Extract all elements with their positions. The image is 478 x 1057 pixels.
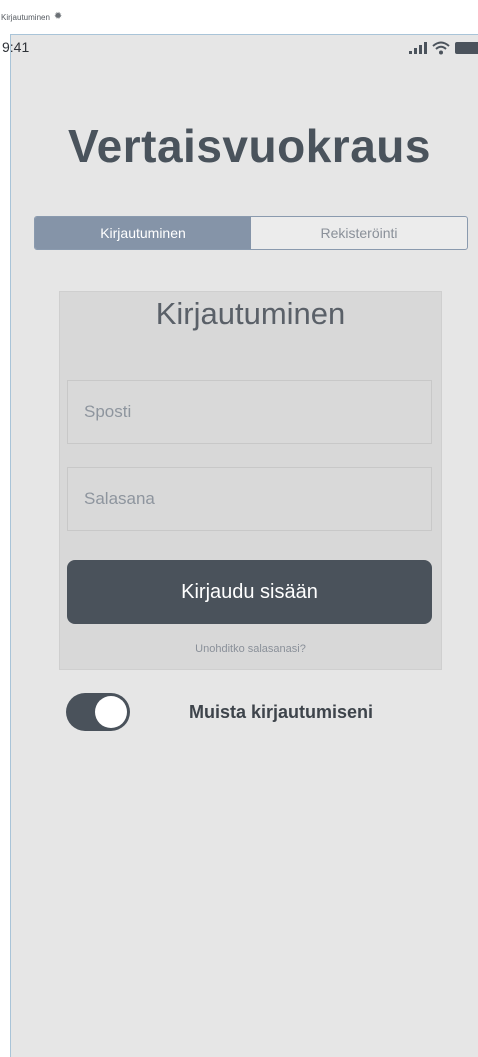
tab-login[interactable]: Kirjautuminen [35,217,251,249]
auth-tabs: Kirjautuminen Rekisteröinti [34,216,468,250]
remember-me-row: Muista kirjautumiseni [66,693,373,731]
app-title: Vertaisvuokraus [68,120,431,172]
login-button[interactable]: Kirjaudu sisään [67,560,432,624]
remember-me-toggle[interactable] [66,693,130,731]
forgot-password-link[interactable]: Unohditko salasanasi? [60,643,441,655]
email-field[interactable]: Sposti [67,380,432,444]
status-bar: 9:41 [2,35,478,61]
artboard-header: Kirjautuminen ✹ [0,0,478,34]
gear-icon[interactable]: ✹ [54,12,62,22]
login-card: Kirjautuminen Sposti Salasana Kirjaudu s… [59,291,442,670]
signal-icon [409,42,427,54]
phone-screen: 9:41 Vertaisvuokraus Kirjautuminen Rekis… [2,34,478,1057]
login-card-title: Kirjautuminen [155,296,346,331]
battery-icon [455,42,478,54]
status-icons [409,41,478,55]
toggle-knob [95,696,127,728]
wifi-icon [432,41,450,55]
status-time: 9:41 [2,39,30,55]
artboard-name: Kirjautuminen [1,12,50,22]
remember-me-label: Muista kirjautumiseni [189,701,374,722]
password-field[interactable]: Salasana [67,467,432,531]
tab-register[interactable]: Rekisteröinti [251,217,467,249]
